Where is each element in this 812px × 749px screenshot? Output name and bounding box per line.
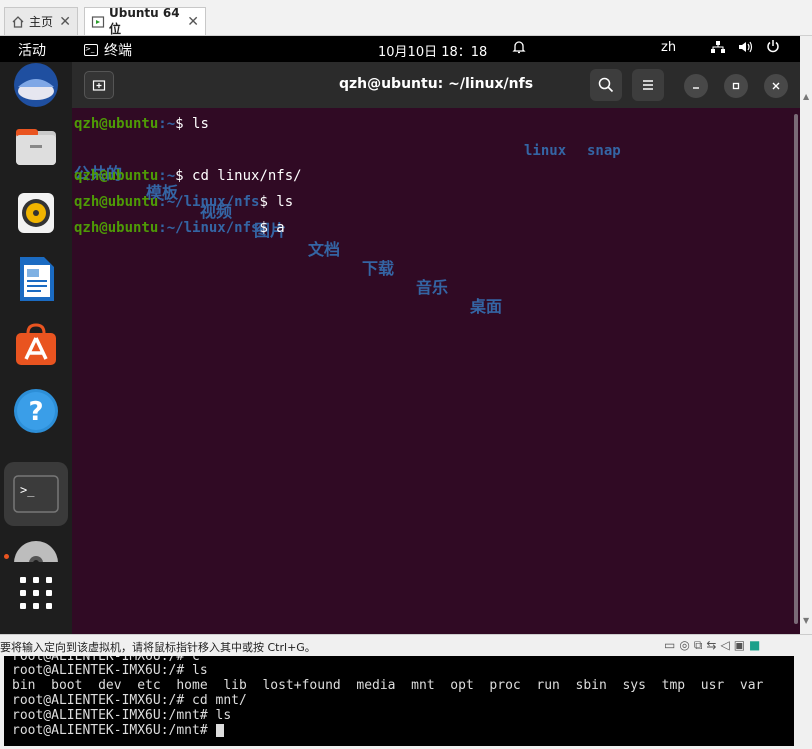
device-icons: ▭◎⧉⇆◁▣■ [664,638,764,653]
message-log-icon[interactable]: ■ [749,638,764,652]
dock-thunderbird[interactable] [4,62,68,116]
terminal-line: 公共的 模板 视频 图片 文档 下载 音乐 桌面 linux snap [74,143,621,316]
close-icon[interactable]: ✕ [187,14,199,30]
dock-show-apps[interactable] [4,562,68,624]
clock[interactable]: 10月10日 18：18 [378,41,487,60]
usb-icon[interactable]: ⇆ [706,638,720,652]
vm-tab-label: 主页 [29,15,54,29]
minimize-button[interactable] [684,74,708,98]
sound-card-icon[interactable]: ◁ [720,638,733,652]
svg-text:?: ? [28,397,43,427]
dock-writer[interactable] [4,248,68,310]
dock-software[interactable] [4,314,68,376]
vm-status-bar: 要将输入定向到该虚拟机，请将鼠标指针移入其中或按 Ctrl+G。 ▭◎⧉⇆◁▣■ [0,634,812,656]
ubuntu-top-panel: 活动 >_ 终端 10月10日 18：18 zh [0,36,800,62]
activities-button[interactable]: 活动 [18,40,46,60]
terminal-icon: >_ [84,44,98,56]
terminal-line: qzh@ubuntu:~$ ls [74,116,209,132]
terminal-headerbar: qzh@ubuntu: ~/linux/nfs [72,62,800,108]
thunderbird-icon [14,63,58,107]
app-menu-label: 终端 [104,43,132,59]
status-message: 要将输入定向到该虚拟机，请将鼠标指针移入其中或按 Ctrl+G。 [0,641,316,654]
serial-console[interactable]: root@ALIENTEK-IMX6U:/# c root@ALIENTEK-I… [4,656,794,746]
app-grid-icon [20,577,52,609]
vm-tab-home[interactable]: 主页 ✕ [4,7,78,35]
menu-button[interactable] [632,69,664,101]
input-method-indicator[interactable]: zh [661,40,676,55]
vm-scrollbar[interactable]: ▲ ▼ [800,36,812,636]
volume-icon[interactable] [738,40,754,58]
terminal-line: qzh@ubuntu:~/linux/nfs$ a [74,220,285,236]
console-line: root@ALIENTEK-IMX6U:/mnt# [12,723,224,738]
cd-rom-icon[interactable]: ◎ [679,638,693,652]
close-icon[interactable]: ✕ [59,14,71,30]
files-icon [16,129,56,165]
svg-text:>_: >_ [20,483,35,497]
maximize-icon [732,82,740,90]
network-adapter-icon[interactable]: ⧉ [694,638,707,652]
network-icon[interactable] [710,40,726,58]
scroll-down-icon[interactable]: ▼ [803,616,809,625]
hard-disk-icon[interactable]: ▭ [664,638,679,652]
text-cursor [215,724,224,737]
app-store-icon [16,323,56,365]
vm-tab-label: Ubuntu 64 位 [109,6,180,36]
console-line: root@ALIENTEK-IMX6U:/mnt# ls [12,708,232,723]
maximize-button[interactable] [724,74,748,98]
minimize-icon [693,87,699,89]
terminal-icon: >_ [13,475,59,513]
terminal-scrollbar[interactable] [794,114,798,624]
app-menu[interactable]: >_ 终端 [84,40,132,60]
dock-terminal[interactable]: >_ [4,462,68,526]
home-icon [11,15,25,29]
vm-icon [91,15,105,29]
search-icon [598,77,614,93]
close-icon [772,82,780,90]
libreoffice-writer-icon [20,257,54,301]
dock-help[interactable]: ? [4,380,68,442]
vm-tab-bar: 主页 ✕ Ubuntu 64 位 ✕ [0,0,812,36]
console-line: root@ALIENTEK-IMX6U:/# ls [12,663,208,678]
ubuntu-dock: ? >_ [0,62,72,634]
vm-tab-ubuntu[interactable]: Ubuntu 64 位 ✕ [84,6,206,36]
terminal-line: qzh@ubuntu:~/linux/nfs$ ls [74,194,294,210]
help-icon: ? [14,389,58,433]
hamburger-menu-icon [643,80,653,90]
display-icon[interactable]: ▣ [734,638,749,652]
dock-files[interactable] [4,116,68,178]
terminal-line: qzh@ubuntu:~$ cd linux/nfs/ [74,168,302,184]
rhythmbox-icon [18,193,54,233]
console-line: root@ALIENTEK-IMX6U:/# cd mnt/ [12,693,247,708]
close-button[interactable] [764,74,788,98]
terminal-output[interactable]: qzh@ubuntu:~$ ls 公共的 模板 视频 图片 文档 下载 音乐 桌… [72,108,800,634]
scroll-up-icon[interactable]: ▲ [803,92,809,101]
power-icon[interactable] [766,39,780,57]
console-line: bin boot dev etc home lib lost+found med… [12,678,764,693]
dock-rhythmbox[interactable] [4,182,68,244]
search-button[interactable] [590,69,622,101]
alarm-icon [512,39,526,59]
